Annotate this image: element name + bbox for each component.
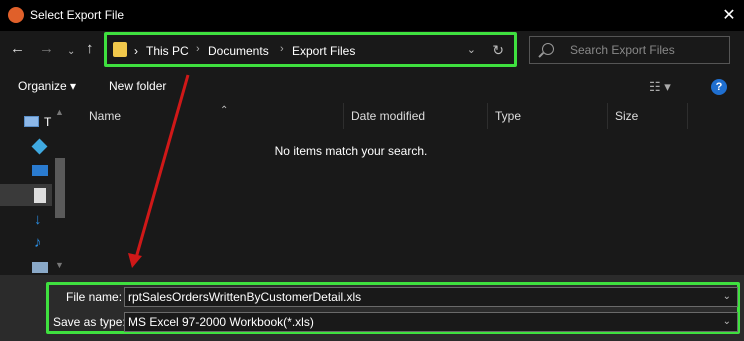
command-toolbar: Organize ▾ New folder ☷ ▾ ?: [0, 69, 744, 103]
forward-arrow-icon[interactable]: →: [39, 40, 54, 58]
empty-message: No items match your search.: [274, 144, 428, 158]
save-as-type-value[interactable]: MS Excel 97-2000 Workbook(*.xls): [128, 315, 314, 329]
this-pc-icon[interactable]: [24, 116, 39, 127]
title-bar: Select Export File ✕: [0, 0, 744, 31]
documents-icon[interactable]: [34, 188, 46, 203]
save-as-type-label: Save as type:: [53, 315, 126, 329]
window-title: Select Export File: [30, 8, 125, 22]
save-as-type-dropdown-icon[interactable]: ⌄: [723, 313, 731, 331]
nav-pane-this-pc-label[interactable]: T: [44, 115, 51, 129]
3d-objects-icon[interactable]: [31, 138, 48, 155]
file-name-value[interactable]: rptSalesOrdersWrittenByCustomerDetail.xl…: [128, 290, 361, 304]
app-icon: [8, 7, 24, 23]
save-as-type-select[interactable]: MS Excel 97-2000 Workbook(*.xls) ⌄: [124, 312, 738, 332]
downloads-icon[interactable]: ↓: [34, 211, 42, 228]
recent-locations-icon[interactable]: ⌄: [67, 43, 75, 61]
view-options-icon[interactable]: ☷ ▾: [649, 79, 671, 95]
file-name-dropdown-icon[interactable]: ⌄: [723, 288, 731, 306]
breadcrumb-sep[interactable]: ›: [196, 43, 200, 55]
close-button[interactable]: ✕: [714, 0, 744, 31]
organize-button[interactable]: Organize ▾: [18, 79, 76, 93]
search-box[interactable]: [529, 36, 730, 64]
breadcrumb-this-pc[interactable]: This PC: [146, 44, 189, 58]
file-name-label: File name:: [66, 290, 123, 304]
file-name-field[interactable]: rptSalesOrdersWrittenByCustomerDetail.xl…: [124, 287, 738, 307]
column-header-type[interactable]: Type: [488, 103, 608, 129]
column-header-size[interactable]: Size: [608, 103, 688, 129]
pictures-icon[interactable]: [32, 262, 48, 273]
desktop-icon[interactable]: [32, 165, 48, 176]
column-header-name[interactable]: Name ⌃: [82, 103, 344, 129]
address-bar[interactable]: › This PC › Documents › Export Files ⌄ ↻: [104, 32, 517, 67]
scroll-thumb[interactable]: [55, 158, 65, 218]
breadcrumb-sep[interactable]: ›: [280, 43, 284, 55]
refresh-icon[interactable]: ↻: [492, 42, 504, 59]
search-input[interactable]: [570, 43, 720, 57]
music-icon[interactable]: ♪: [34, 234, 42, 251]
help-icon[interactable]: ?: [711, 79, 727, 95]
sort-caret-icon: ⌃: [220, 105, 229, 116]
folder-icon: [113, 42, 127, 57]
column-name-label: Name: [89, 109, 122, 123]
search-icon: [542, 43, 554, 55]
new-folder-button[interactable]: New folder: [109, 79, 166, 93]
breadcrumb-documents[interactable]: Documents: [208, 44, 269, 58]
navigation-pane: T ↓ ♪ ▲ ▼: [0, 103, 69, 275]
column-header-date-modified[interactable]: Date modified: [344, 103, 488, 129]
scroll-up-icon[interactable]: ▲: [55, 107, 64, 117]
back-arrow-icon[interactable]: ←: [10, 40, 25, 58]
address-dropdown-icon[interactable]: ⌄: [467, 43, 476, 56]
breadcrumb-sep: ›: [134, 44, 138, 58]
file-list: Name ⌃ Date modified Type Size No items …: [69, 103, 744, 275]
close-icon: ✕: [722, 7, 736, 24]
scroll-down-icon[interactable]: ▼: [55, 260, 64, 270]
breadcrumb-export-files[interactable]: Export Files: [292, 44, 355, 58]
up-arrow-icon[interactable]: ↑: [86, 40, 94, 58]
